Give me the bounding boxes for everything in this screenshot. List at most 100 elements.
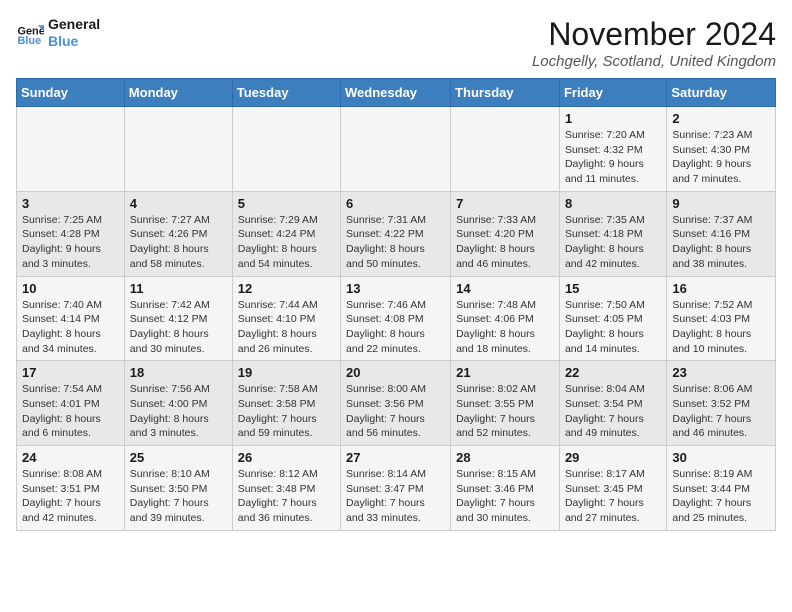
day-detail: Sunrise: 7:58 AMSunset: 3:58 PMDaylight:… xyxy=(238,382,335,441)
day-number: 24 xyxy=(22,450,119,465)
calendar-cell: 12 Sunrise: 7:44 AMSunset: 4:10 PMDayligh… xyxy=(232,276,340,361)
day-number: 20 xyxy=(346,365,445,380)
day-detail: Sunrise: 7:52 AMSunset: 4:03 PMDaylight:… xyxy=(672,298,770,357)
month-title: November 2024 xyxy=(532,16,776,53)
calendar-table: SundayMondayTuesdayWednesdayThursdayFrid… xyxy=(16,78,776,531)
logo-line1: General xyxy=(48,16,100,33)
day-number: 16 xyxy=(672,281,770,296)
day-number: 4 xyxy=(130,196,227,211)
day-header-sunday: Sunday xyxy=(17,79,125,107)
day-detail: Sunrise: 8:14 AMSunset: 3:47 PMDaylight:… xyxy=(346,467,445,526)
calendar-cell: 24 Sunrise: 8:08 AMSunset: 3:51 PMDayligh… xyxy=(17,446,125,531)
calendar-cell: 7Sunrise: 7:33 AMSunset: 4:20 PMDaylight… xyxy=(451,191,560,276)
day-number: 12 xyxy=(238,281,335,296)
calendar-cell: 13 Sunrise: 7:46 AMSunset: 4:08 PMDayligh… xyxy=(341,276,451,361)
calendar-cell: 9 Sunrise: 7:37 AMSunset: 4:16 PMDaylight… xyxy=(667,191,776,276)
day-detail: Sunrise: 7:54 AMSunset: 4:01 PMDaylight:… xyxy=(22,382,119,441)
calendar-cell: 2 Sunrise: 7:23 AMSunset: 4:30 PMDaylight… xyxy=(667,107,776,192)
day-detail: Sunrise: 8:17 AMSunset: 3:45 PMDaylight:… xyxy=(565,467,661,526)
day-number: 26 xyxy=(238,450,335,465)
day-number: 22 xyxy=(565,365,661,380)
calendar-cell: 28 Sunrise: 8:15 AMSunset: 3:46 PMDayligh… xyxy=(451,446,560,531)
calendar-cell: 22Sunrise: 8:04 AMSunset: 3:54 PMDayligh… xyxy=(559,361,666,446)
day-number: 30 xyxy=(672,450,770,465)
day-number: 27 xyxy=(346,450,445,465)
calendar-cell: 5 Sunrise: 7:29 AMSunset: 4:24 PMDaylight… xyxy=(232,191,340,276)
day-detail: Sunrise: 8:10 AMSunset: 3:50 PMDaylight:… xyxy=(130,467,227,526)
calendar-cell: 15 Sunrise: 7:50 AMSunset: 4:05 PMDayligh… xyxy=(559,276,666,361)
day-number: 9 xyxy=(672,196,770,211)
day-detail: Sunrise: 7:23 AMSunset: 4:30 PMDaylight:… xyxy=(672,128,770,187)
day-detail: Sunrise: 7:40 AMSunset: 4:14 PMDaylight:… xyxy=(22,298,119,357)
week-row-1: 1 Sunrise: 7:20 AMSunset: 4:32 PMDaylight… xyxy=(17,107,776,192)
day-detail: Sunrise: 8:15 AMSunset: 3:46 PMDaylight:… xyxy=(456,467,554,526)
day-number: 14 xyxy=(456,281,554,296)
day-number: 5 xyxy=(238,196,335,211)
calendar-cell: 1 Sunrise: 7:20 AMSunset: 4:32 PMDaylight… xyxy=(559,107,666,192)
calendar-cell: 19 Sunrise: 7:58 AMSunset: 3:58 PMDayligh… xyxy=(232,361,340,446)
day-detail: Sunrise: 7:44 AMSunset: 4:10 PMDaylight:… xyxy=(238,298,335,357)
calendar-cell: 29 Sunrise: 8:17 AMSunset: 3:45 PMDayligh… xyxy=(559,446,666,531)
week-row-4: 17Sunrise: 7:54 AMSunset: 4:01 PMDayligh… xyxy=(17,361,776,446)
page-header: General Blue General Blue November 2024 … xyxy=(16,16,776,70)
day-number: 25 xyxy=(130,450,227,465)
logo-icon: General Blue xyxy=(16,19,44,47)
day-header-thursday: Thursday xyxy=(451,79,560,107)
day-number: 1 xyxy=(565,111,661,126)
day-detail: Sunrise: 8:08 AMSunset: 3:51 PMDaylight:… xyxy=(22,467,119,526)
calendar-cell xyxy=(124,107,232,192)
day-detail: Sunrise: 7:37 AMSunset: 4:16 PMDaylight:… xyxy=(672,213,770,272)
calendar-cell xyxy=(451,107,560,192)
day-detail: Sunrise: 7:56 AMSunset: 4:00 PMDaylight:… xyxy=(130,382,227,441)
calendar-cell: 3Sunrise: 7:25 AMSunset: 4:28 PMDaylight… xyxy=(17,191,125,276)
calendar-cell: 4Sunrise: 7:27 AMSunset: 4:26 PMDaylight… xyxy=(124,191,232,276)
calendar-cell: 11Sunrise: 7:42 AMSunset: 4:12 PMDayligh… xyxy=(124,276,232,361)
calendar-cell: 14 Sunrise: 7:48 AMSunset: 4:06 PMDayligh… xyxy=(451,276,560,361)
day-detail: Sunrise: 8:12 AMSunset: 3:48 PMDaylight:… xyxy=(238,467,335,526)
calendar-cell: 26 Sunrise: 8:12 AMSunset: 3:48 PMDayligh… xyxy=(232,446,340,531)
calendar-cell: 6Sunrise: 7:31 AMSunset: 4:22 PMDaylight… xyxy=(341,191,451,276)
location: Lochgelly, Scotland, United Kingdom xyxy=(532,53,776,70)
calendar-cell: 17Sunrise: 7:54 AMSunset: 4:01 PMDayligh… xyxy=(17,361,125,446)
day-number: 7 xyxy=(456,196,554,211)
day-number: 8 xyxy=(565,196,661,211)
week-row-5: 24 Sunrise: 8:08 AMSunset: 3:51 PMDayligh… xyxy=(17,446,776,531)
day-detail: Sunrise: 8:02 AMSunset: 3:55 PMDaylight:… xyxy=(456,382,554,441)
calendar-cell: 27 Sunrise: 8:14 AMSunset: 3:47 PMDayligh… xyxy=(341,446,451,531)
day-number: 11 xyxy=(130,281,227,296)
day-detail: Sunrise: 7:31 AMSunset: 4:22 PMDaylight:… xyxy=(346,213,445,272)
day-number: 3 xyxy=(22,196,119,211)
calendar-cell: 8 Sunrise: 7:35 AMSunset: 4:18 PMDaylight… xyxy=(559,191,666,276)
day-number: 18 xyxy=(130,365,227,380)
calendar-cell xyxy=(232,107,340,192)
day-detail: Sunrise: 7:46 AMSunset: 4:08 PMDaylight:… xyxy=(346,298,445,357)
day-number: 28 xyxy=(456,450,554,465)
day-number: 29 xyxy=(565,450,661,465)
day-number: 21 xyxy=(456,365,554,380)
calendar-header-row: SundayMondayTuesdayWednesdayThursdayFrid… xyxy=(17,79,776,107)
calendar-cell: 10Sunrise: 7:40 AMSunset: 4:14 PMDayligh… xyxy=(17,276,125,361)
calendar-cell xyxy=(17,107,125,192)
day-detail: Sunrise: 7:20 AMSunset: 4:32 PMDaylight:… xyxy=(565,128,661,187)
day-number: 15 xyxy=(565,281,661,296)
day-number: 13 xyxy=(346,281,445,296)
day-header-wednesday: Wednesday xyxy=(341,79,451,107)
day-detail: Sunrise: 7:50 AMSunset: 4:05 PMDaylight:… xyxy=(565,298,661,357)
day-number: 19 xyxy=(238,365,335,380)
day-detail: Sunrise: 7:35 AMSunset: 4:18 PMDaylight:… xyxy=(565,213,661,272)
calendar-cell: 18 Sunrise: 7:56 AMSunset: 4:00 PMDayligh… xyxy=(124,361,232,446)
week-row-3: 10Sunrise: 7:40 AMSunset: 4:14 PMDayligh… xyxy=(17,276,776,361)
day-detail: Sunrise: 7:48 AMSunset: 4:06 PMDaylight:… xyxy=(456,298,554,357)
week-row-2: 3Sunrise: 7:25 AMSunset: 4:28 PMDaylight… xyxy=(17,191,776,276)
calendar-cell: 30Sunrise: 8:19 AMSunset: 3:44 PMDayligh… xyxy=(667,446,776,531)
day-number: 23 xyxy=(672,365,770,380)
day-header-tuesday: Tuesday xyxy=(232,79,340,107)
day-detail: Sunrise: 8:06 AMSunset: 3:52 PMDaylight:… xyxy=(672,382,770,441)
title-area: November 2024 Lochgelly, Scotland, Unite… xyxy=(532,16,776,70)
day-detail: Sunrise: 8:00 AMSunset: 3:56 PMDaylight:… xyxy=(346,382,445,441)
calendar-cell xyxy=(341,107,451,192)
day-detail: Sunrise: 7:29 AMSunset: 4:24 PMDaylight:… xyxy=(238,213,335,272)
logo-line2: Blue xyxy=(48,33,100,50)
calendar-cell: 21 Sunrise: 8:02 AMSunset: 3:55 PMDayligh… xyxy=(451,361,560,446)
day-number: 2 xyxy=(672,111,770,126)
